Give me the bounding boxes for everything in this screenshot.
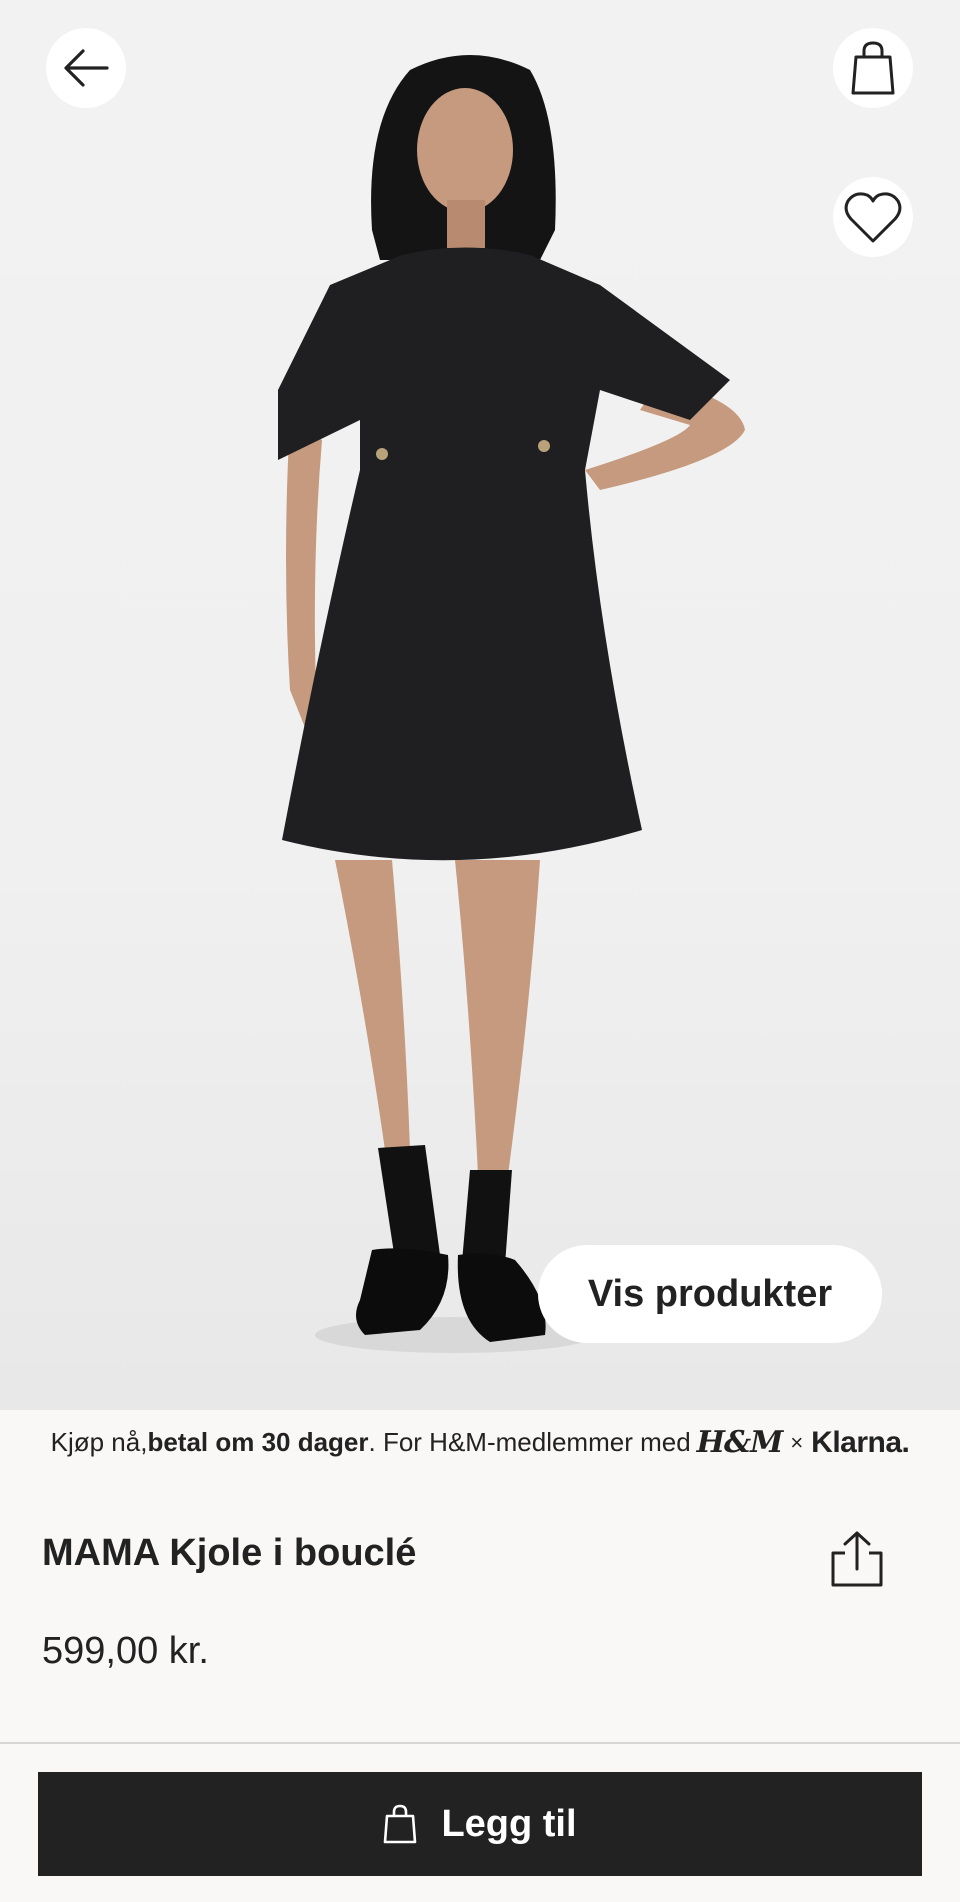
klarna-banner[interactable]: Kjøp nå, betal om 30 dager. For H&M-medl… [0, 1410, 960, 1475]
product-title: MAMA Kjole i bouclé [42, 1532, 417, 1574]
hm-logo: H&M [696, 1425, 784, 1460]
share-button[interactable] [820, 1522, 894, 1596]
product-image[interactable]: Vis produkter [0, 0, 960, 1410]
product-price: 599,00 kr. [42, 1630, 209, 1672]
klarna-text-2: . For H&M-medlemmer med [368, 1427, 691, 1457]
add-to-bag-button[interactable]: Legg til [38, 1772, 922, 1876]
model-photo [278, 55, 745, 1353]
share-icon [831, 1531, 883, 1587]
add-to-bag-label: Legg til [441, 1802, 577, 1845]
back-button[interactable] [46, 28, 126, 108]
times-sign: × [790, 1429, 804, 1455]
show-products-button[interactable]: Vis produkter [538, 1245, 882, 1343]
shopping-bag-icon [851, 41, 895, 95]
klarna-text-1: Kjøp nå, [50, 1427, 148, 1457]
shopping-bag-button[interactable] [833, 28, 913, 108]
klarna-logo: Klarna. [811, 1425, 910, 1459]
arrow-left-icon [64, 49, 109, 87]
klarna-text-bold: betal om 30 dager [147, 1427, 369, 1457]
heart-icon [844, 192, 902, 243]
favorite-button[interactable] [833, 177, 913, 257]
divider [0, 1742, 960, 1744]
shopping-bag-icon [384, 1804, 417, 1844]
